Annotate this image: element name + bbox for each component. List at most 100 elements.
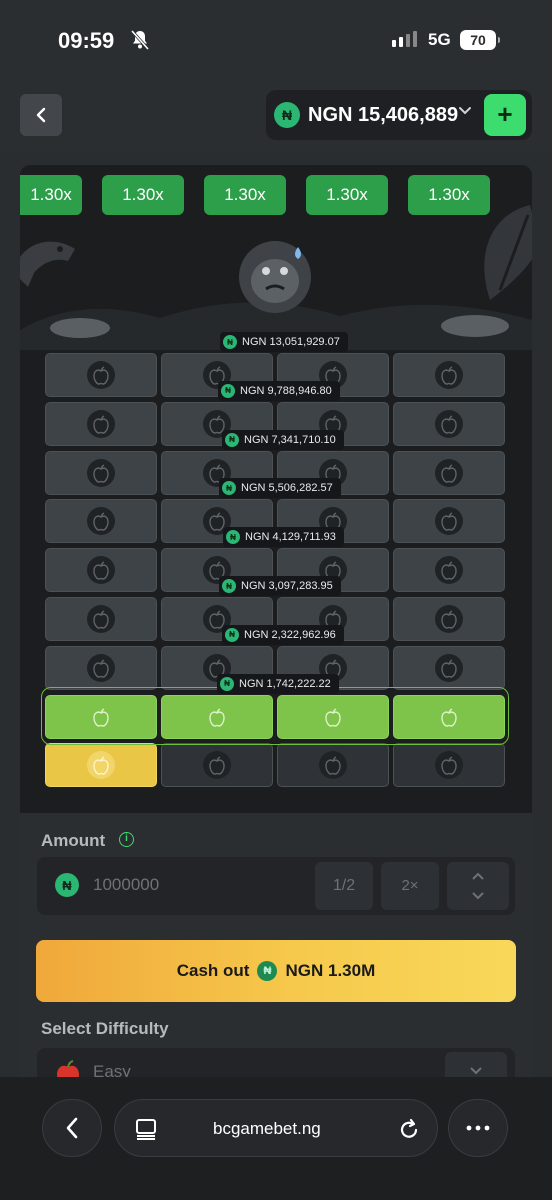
bet-controls: Amount i ₦ 1000000 1/2 2× Cash out ₦ NGN… (20, 813, 532, 1088)
bell-muted-icon (130, 30, 150, 50)
reload-icon[interactable] (398, 1117, 420, 1141)
apple-icon (435, 409, 463, 438)
amount-label: Amount (41, 831, 106, 850)
network-type: 5G (428, 30, 451, 49)
apple-icon (435, 458, 463, 487)
naira-coin-icon: ₦ (222, 481, 236, 496)
apple-tile[interactable] (393, 597, 505, 641)
apple-tile[interactable] (393, 645, 505, 690)
apple-icon (87, 458, 115, 487)
more-options-button[interactable] (448, 1099, 508, 1157)
naira-coin-icon: ₦ (222, 579, 236, 593)
multiplier-row: 1.30x 1.30x 1.30x 1.30x 1.30x (20, 175, 532, 215)
amount-stepper[interactable] (447, 862, 509, 910)
prize-label: ₦ NGN 9,788,946.80 (218, 380, 340, 401)
prize-label: ₦ NGN 4,129,711.93 (223, 527, 344, 548)
prize-label: ₦ NGN 3,097,283.95 (219, 576, 341, 596)
apple-tile[interactable] (277, 743, 389, 788)
prize-label: ₦ NGN 1,742,222.22 (217, 673, 339, 694)
chevron-down-icon (470, 1067, 482, 1075)
prize-label: ₦ NGN 13,051,929.07 (220, 332, 348, 352)
difficulty-label: Select Difficulty (41, 1019, 169, 1038)
apple-icon (319, 751, 347, 780)
apple-tile[interactable] (45, 743, 157, 788)
status-time: 09:59 (58, 28, 115, 53)
apple-tile[interactable] (393, 499, 505, 544)
battery-icon: 70 (460, 30, 500, 50)
amount-value: 1000000 (93, 875, 160, 894)
multiplier-chip: 1.30x (102, 175, 184, 215)
apple-icon (87, 361, 115, 389)
naira-coin-icon: ₦ (55, 873, 79, 897)
chevron-down-icon (459, 107, 471, 115)
address-bar[interactable]: bcgamebet.ng (114, 1099, 438, 1157)
apple-tile[interactable] (161, 743, 273, 788)
apple-icon (435, 556, 463, 585)
half-amount-button[interactable]: 1/2 (315, 862, 373, 910)
apple-icon (87, 556, 115, 585)
apple-tile[interactable] (45, 401, 157, 446)
browser-toolbar: bcgamebet.ng (0, 1077, 552, 1200)
prize-amount: NGN 5,506,282.57 (241, 482, 333, 495)
apple-tile[interactable] (393, 548, 505, 593)
prize-amount: NGN 1,742,222.22 (239, 677, 331, 690)
gorilla-mascot-icon (239, 241, 311, 313)
apple-icon (435, 653, 463, 682)
chevron-down-icon[interactable] (471, 891, 485, 901)
naira-coin-icon: ₦ (225, 627, 239, 642)
active-row-frame (41, 686, 509, 745)
back-button[interactable] (20, 94, 62, 136)
apple-tile[interactable] (393, 743, 505, 788)
game-board: 1.30x 1.30x 1.30x 1.30x 1.30x ₦ NGN 13,05… (20, 165, 532, 813)
cash-out-button[interactable]: Cash out ₦ NGN 1.30M (36, 940, 516, 1002)
apple-icon (435, 507, 463, 536)
prize-label: ₦ NGN 2,322,962.96 (222, 624, 344, 645)
apple-tile[interactable] (393, 353, 505, 397)
apple-icon (87, 751, 115, 780)
status-bar: 09:59 5G 70 (0, 0, 552, 80)
prize-amount: NGN 13,051,929.07 (242, 336, 340, 348)
naira-coin-icon: ₦ (274, 102, 300, 128)
apple-tile[interactable] (45, 645, 157, 690)
naira-coin-icon: ₦ (221, 383, 235, 398)
chevron-left-icon (36, 107, 46, 123)
info-icon[interactable]: i (119, 832, 134, 847)
cashout-prefix: Cash out (176, 961, 250, 980)
balance-selector[interactable]: ₦ NGN 15,406,889 + (266, 90, 532, 140)
game-header: ₦ NGN 15,406,889 + (0, 80, 552, 152)
prize-amount: NGN 9,788,946.80 (240, 384, 332, 397)
multiplier-chip: 1.30x (20, 175, 82, 215)
apple-icon (87, 507, 115, 536)
prize-amount: NGN 7,341,710.10 (244, 433, 336, 446)
apple-icon (435, 751, 463, 780)
apple-icon (87, 409, 115, 438)
signal-icon (392, 31, 417, 47)
balance-amount: NGN 15,406,889 (308, 103, 458, 126)
deposit-button[interactable]: + (484, 94, 526, 136)
double-amount-button[interactable]: 2× (381, 862, 439, 910)
apple-icon (87, 653, 115, 682)
apple-tile[interactable] (45, 597, 157, 641)
apple-tile[interactable] (393, 401, 505, 446)
amount-input[interactable]: ₦ 1000000 1/2 2× (37, 857, 515, 915)
naira-coin-icon: ₦ (257, 961, 278, 981)
apple-icon (435, 605, 463, 633)
prize-amount: NGN 3,097,283.95 (241, 580, 333, 592)
apple-icon (203, 751, 231, 780)
jungle-leaf-left-icon (20, 241, 75, 287)
browser-back-button[interactable] (42, 1099, 102, 1157)
url-text: bcgamebet.ng (213, 1119, 321, 1138)
apple-tile[interactable] (45, 353, 157, 397)
prize-amount: NGN 4,129,711.93 (245, 531, 336, 544)
chevron-up-icon[interactable] (471, 871, 485, 881)
apple-tile[interactable] (393, 450, 505, 495)
naira-coin-icon: ₦ (223, 335, 237, 349)
tabs-icon[interactable] (135, 1118, 157, 1140)
naira-coin-icon: ₦ (220, 676, 234, 691)
apple-tile[interactable] (45, 450, 157, 495)
cashout-amount: NGN 1.30M (285, 961, 376, 980)
apple-tile[interactable] (45, 499, 157, 544)
prize-label: ₦ NGN 7,341,710.10 (222, 429, 344, 450)
naira-coin-icon: ₦ (226, 530, 240, 545)
apple-tile[interactable] (45, 548, 157, 593)
